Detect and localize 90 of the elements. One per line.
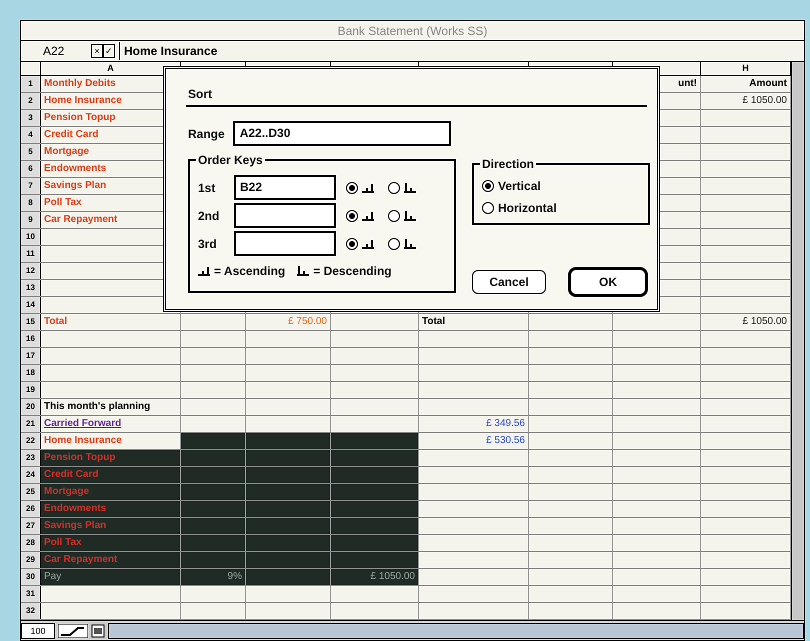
- row-number[interactable]: 28: [21, 535, 41, 551]
- row-number[interactable]: 27: [21, 518, 41, 534]
- row-number[interactable]: 12: [21, 263, 41, 279]
- ascending-icon: [362, 210, 374, 220]
- row-number[interactable]: 6: [21, 161, 41, 177]
- key-field[interactable]: [234, 203, 336, 228]
- enter-button[interactable]: ✓: [103, 44, 115, 58]
- legend-text: = Ascending: [214, 263, 286, 280]
- table-cell: Credit Card: [41, 467, 181, 483]
- descending-icon: [404, 210, 416, 220]
- row-number[interactable]: 23: [21, 450, 41, 466]
- ok-button[interactable]: OK: [568, 267, 648, 297]
- table-cell: 9%: [181, 569, 246, 585]
- row-number[interactable]: 5: [21, 144, 41, 160]
- cancel-button[interactable]: ×: [91, 44, 103, 58]
- chart-icon[interactable]: [58, 624, 88, 638]
- descending-radio[interactable]: [388, 182, 400, 194]
- key-field[interactable]: B22: [234, 175, 336, 200]
- table-cell: Total: [41, 314, 181, 330]
- formula-field[interactable]: Home Insurance: [119, 42, 802, 60]
- ascending-icon: [362, 238, 374, 248]
- row-number[interactable]: 4: [21, 127, 41, 143]
- direction-radio[interactable]: [482, 180, 494, 192]
- table-cell: Pay: [41, 569, 181, 585]
- key-label: 2nd: [198, 208, 220, 224]
- descending-icon: [297, 266, 310, 276]
- row-number[interactable]: 31: [21, 586, 41, 602]
- direction-radio[interactable]: [482, 202, 494, 214]
- table-cell: Savings Plan: [41, 518, 181, 534]
- row-number[interactable]: 30: [21, 569, 41, 585]
- descending-icon: [404, 238, 416, 248]
- row-number[interactable]: 16: [21, 331, 41, 347]
- radio-label: Vertical: [498, 178, 541, 195]
- key-field[interactable]: [234, 231, 336, 256]
- row-number[interactable]: 25: [21, 484, 41, 500]
- row-number[interactable]: 18: [21, 365, 41, 381]
- row-number[interactable]: 2: [21, 93, 41, 109]
- ascending-radio[interactable]: [346, 182, 358, 194]
- row-number[interactable]: 17: [21, 348, 41, 364]
- table-cell: Mortgage: [41, 484, 181, 500]
- ascending-icon: [198, 266, 210, 276]
- row-number[interactable]: 32: [21, 603, 41, 619]
- table-cell: Pension Topup: [41, 450, 181, 466]
- row-number[interactable]: 11: [21, 246, 41, 262]
- vertical-scrollbar[interactable]: [791, 62, 804, 620]
- table-cell: £ 349.56: [419, 416, 529, 432]
- row-number[interactable]: 7: [21, 178, 41, 194]
- row-number[interactable]: 26: [21, 501, 41, 517]
- range-field[interactable]: A22..D30: [232, 121, 451, 146]
- descending-icon: [404, 182, 416, 192]
- window-title: Bank Statement (Works SS): [338, 22, 488, 40]
- key-label: 3rd: [198, 236, 218, 252]
- table-cell: Car Repayment: [41, 552, 181, 568]
- row-number[interactable]: 14: [21, 297, 41, 313]
- table-cell: £ 1050.00: [331, 569, 419, 585]
- row-number[interactable]: 10: [21, 229, 41, 245]
- page-icon[interactable]: [91, 624, 105, 638]
- dialog-title: Sort: [188, 87, 212, 101]
- key-label: 1st: [198, 180, 216, 196]
- table-cell: Endowments: [41, 501, 181, 517]
- row-number[interactable]: 13: [21, 280, 41, 296]
- descending-radio[interactable]: [388, 210, 400, 222]
- row-number[interactable]: 19: [21, 382, 41, 398]
- zoom-field[interactable]: 100: [21, 622, 55, 638]
- table-cell: £ 750.00: [246, 314, 331, 330]
- row-number[interactable]: 20: [21, 399, 41, 415]
- row-number[interactable]: 15: [21, 314, 41, 330]
- ascending-radio[interactable]: [346, 238, 358, 250]
- row-number[interactable]: 9: [21, 212, 41, 228]
- ascending-icon: [362, 182, 374, 192]
- row-number[interactable]: 24: [21, 467, 41, 483]
- cell-reference: A22: [42, 43, 66, 60]
- table-cell: Poll Tax: [41, 535, 181, 551]
- radio-label: Horizontal: [498, 200, 557, 217]
- row-number[interactable]: 21: [21, 416, 41, 432]
- ascending-radio[interactable]: [346, 210, 358, 222]
- row-number[interactable]: 3: [21, 110, 41, 126]
- table-cell: Carried Forward: [41, 416, 181, 432]
- row-number[interactable]: 29: [21, 552, 41, 568]
- table-cell: This month's planning: [41, 399, 181, 415]
- row-number[interactable]: 22: [21, 433, 41, 449]
- legend-text: = Descending: [313, 263, 392, 280]
- table-cell: Total: [419, 314, 529, 330]
- row-number[interactable]: 1: [21, 76, 41, 92]
- row-number[interactable]: 8: [21, 195, 41, 211]
- descending-radio[interactable]: [388, 238, 400, 250]
- cancel-button[interactable]: Cancel: [472, 270, 546, 294]
- range-label: Range: [188, 126, 225, 142]
- table-cell: £ 530.56: [419, 433, 529, 449]
- horizontal-scrollbar[interactable]: [108, 622, 804, 638]
